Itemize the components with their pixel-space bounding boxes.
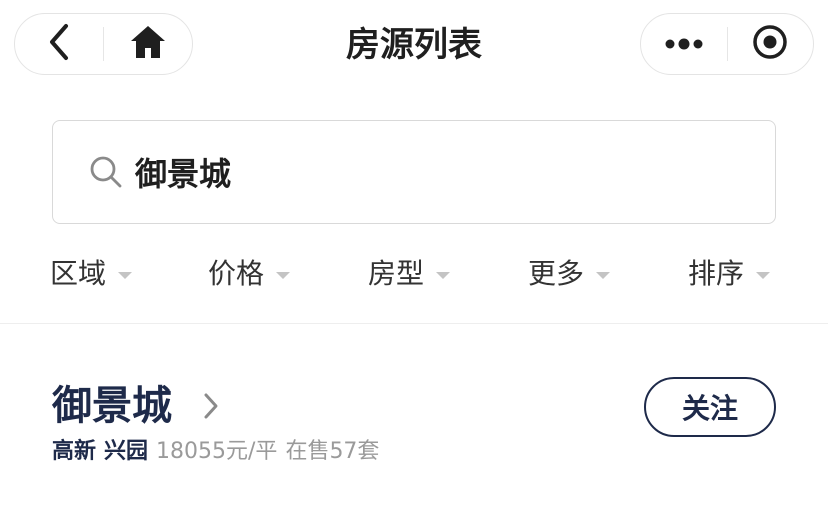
divider [0,323,828,324]
more-icon [664,35,704,54]
record-button[interactable] [728,14,814,74]
filter-sort[interactable]: 排序 [688,244,771,304]
filter-more[interactable]: 更多 [528,244,611,304]
caret-down-icon [436,271,451,279]
back-icon [46,22,72,66]
filter-region[interactable]: 区域 [50,244,133,304]
listing-title: 御景城 [52,383,172,429]
caret-down-icon [756,271,771,279]
listing-district: 高新 [52,439,97,464]
listing-title-link[interactable]: 御景城 [52,376,222,436]
filter-label: 排序 [688,257,745,290]
caret-down-icon [596,271,611,279]
filter-bar: 区域 价格 房型 更多 排序 [0,244,828,304]
home-button[interactable] [104,14,192,74]
filter-label: 更多 [528,257,585,290]
home-icon [129,24,167,64]
search-icon [89,154,125,190]
search-input[interactable] [135,147,695,197]
listing-meta: 高新 兴园 18055元/平 在售57套 [52,432,379,466]
filter-label: 房型 [368,257,425,290]
caret-down-icon [276,271,291,279]
filter-label: 区域 [50,257,107,290]
nav-right-capsule [640,13,814,75]
search-box[interactable] [52,120,776,224]
filter-price[interactable]: 价格 [208,244,291,304]
filter-label: 价格 [208,257,265,290]
filter-layout[interactable]: 房型 [368,244,451,304]
back-button[interactable] [15,14,103,74]
caret-down-icon [118,271,133,279]
record-icon [752,24,788,64]
listing-area: 兴园 [104,439,149,464]
follow-button[interactable]: 关注 [644,377,776,437]
nav-left-capsule [14,13,193,75]
listing-on-sale-count: 在售57套 [285,439,380,464]
page: 房源列表 御景城 区域 价格 房型 更多 排序 御景城 高新 兴园 18055元… [0,0,828,512]
listing-price: 18055元/平 [156,439,278,464]
chevron-right-icon [202,389,222,423]
more-button[interactable] [641,14,727,74]
